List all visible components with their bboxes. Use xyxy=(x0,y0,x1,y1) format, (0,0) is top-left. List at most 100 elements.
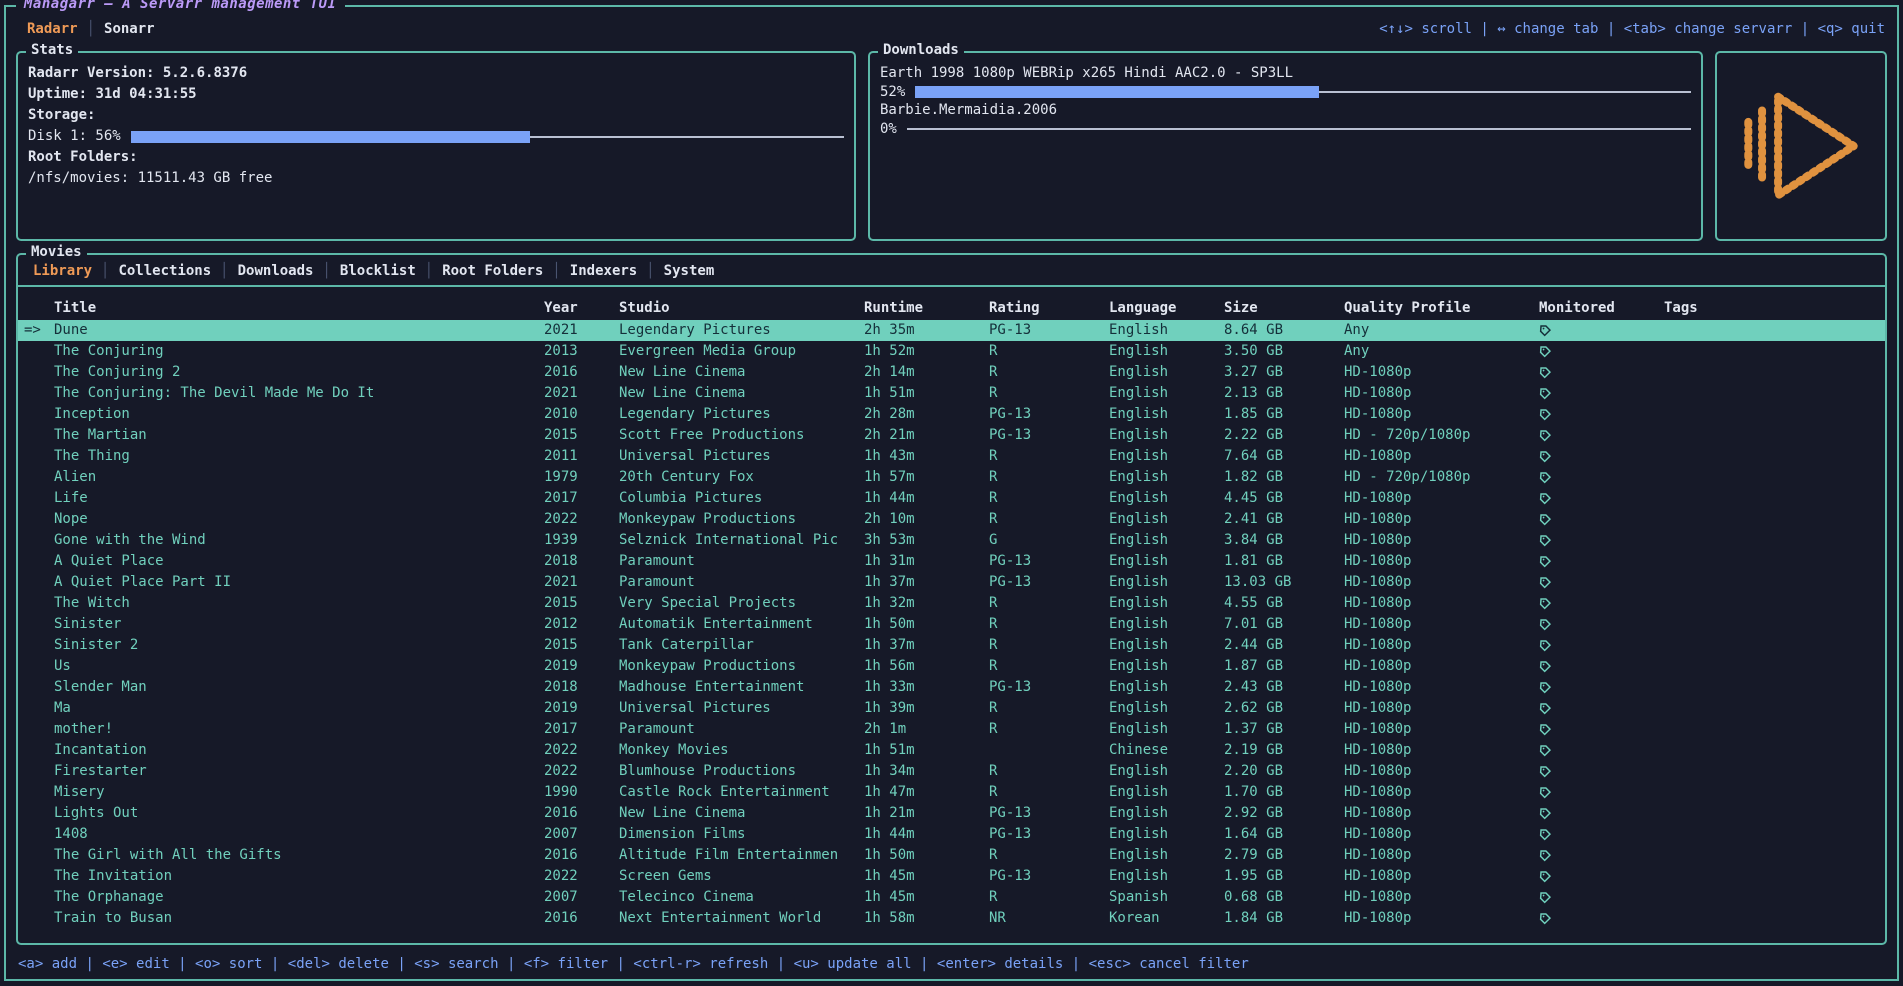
cell-quality-profile: HD-1080p xyxy=(1344,509,1539,530)
help-separator: | xyxy=(608,956,633,972)
monitored-tag-icon xyxy=(1539,408,1552,421)
cell-language: Korean xyxy=(1109,908,1224,929)
help-edit: <e> edit xyxy=(102,956,169,972)
help-scroll: <↑↓> scroll xyxy=(1379,21,1472,37)
cell-quality-profile: HD-1080p xyxy=(1344,383,1539,404)
cell-runtime: 1h 56m xyxy=(864,656,989,677)
cell-monitored xyxy=(1539,698,1664,719)
radarr-version-label: Radarr Version: xyxy=(28,65,154,81)
table-row[interactable]: Gone with the Wind1939Selznick Internati… xyxy=(18,530,1885,551)
cell-title: Alien xyxy=(54,467,544,488)
help-separator: | xyxy=(1063,956,1088,972)
movies-tab-root-folders[interactable]: Root Folders xyxy=(442,263,543,279)
movies-tab-library[interactable]: Library xyxy=(33,263,92,279)
cell-monitored xyxy=(1539,467,1664,488)
monitored-tag-icon xyxy=(1539,807,1552,820)
table-row[interactable]: Us2019Monkeypaw Productions1h 56mREnglis… xyxy=(18,656,1885,677)
table-row[interactable]: =>Dune2021Legendary Pictures2h 35mPG-13E… xyxy=(18,320,1885,341)
cell-quality-profile: Any xyxy=(1344,320,1539,341)
radarr-version-value: 5.2.6.8376 xyxy=(163,65,247,81)
column-header-year: Year xyxy=(544,300,619,316)
cell-studio: Tank Caterpillar xyxy=(619,635,864,656)
table-row[interactable]: Ma2019Universal Pictures1h 39mREnglish2.… xyxy=(18,698,1885,719)
tab-separator: │ xyxy=(646,263,654,279)
table-row[interactable]: 14082007Dimension Films1h 44mPG-13Englis… xyxy=(18,824,1885,845)
table-row[interactable]: Firestarter2022Blumhouse Productions1h 3… xyxy=(18,761,1885,782)
cell-rating: PG-13 xyxy=(989,824,1109,845)
table-row[interactable]: The Girl with All the Gifts2016Altitude … xyxy=(18,845,1885,866)
table-row[interactable]: Life2017Columbia Pictures1h 44mREnglish4… xyxy=(18,488,1885,509)
monitored-tag-icon xyxy=(1539,345,1552,358)
cell-rating: R xyxy=(989,845,1109,866)
cell-year: 2016 xyxy=(544,362,619,383)
cell-rating: R xyxy=(989,887,1109,908)
cell-quality-profile: HD - 720p/1080p xyxy=(1344,425,1539,446)
table-row[interactable]: mother!2017Paramount2h 1mREnglish1.37 GB… xyxy=(18,719,1885,740)
cell-year: 2017 xyxy=(544,488,619,509)
column-header-tags: Tags xyxy=(1664,300,1879,316)
cell-studio: Legendary Pictures xyxy=(619,320,864,341)
table-row[interactable]: Sinister 22015Tank Caterpillar1h 37mREng… xyxy=(18,635,1885,656)
table-row[interactable]: Inception2010Legendary Pictures2h 28mPG-… xyxy=(18,404,1885,425)
cell-quality-profile: HD-1080p xyxy=(1344,362,1539,383)
cell-language: English xyxy=(1109,509,1224,530)
movies-tab-blocklist[interactable]: Blocklist xyxy=(340,263,416,279)
monitored-tag-icon xyxy=(1539,786,1552,799)
cell-studio: Screen Gems xyxy=(619,866,864,887)
movies-tab-system[interactable]: System xyxy=(664,263,715,279)
table-row[interactable]: The Conjuring 22016New Line Cinema2h 14m… xyxy=(18,362,1885,383)
cell-monitored xyxy=(1539,635,1664,656)
table-row[interactable]: Alien197920th Century Fox1h 57mREnglish1… xyxy=(18,467,1885,488)
table-row[interactable]: Misery1990Castle Rock Entertainment1h 47… xyxy=(18,782,1885,803)
table-row[interactable]: The Martian2015Scott Free Productions2h … xyxy=(18,425,1885,446)
cell-quality-profile: Any xyxy=(1344,341,1539,362)
help-filter: <f> filter xyxy=(524,956,608,972)
help-quit: <q> quit xyxy=(1818,21,1885,37)
cell-language: English xyxy=(1109,698,1224,719)
table-row[interactable]: The Orphanage2007Telecinco Cinema1h 45mR… xyxy=(18,887,1885,908)
help-separator: | xyxy=(1472,21,1497,37)
cell-size: 7.64 GB xyxy=(1224,446,1344,467)
table-row[interactable]: Lights Out2016New Line Cinema1h 21mPG-13… xyxy=(18,803,1885,824)
table-row[interactable]: The Invitation2022Screen Gems1h 45mPG-13… xyxy=(18,866,1885,887)
cell-year: 2007 xyxy=(544,824,619,845)
column-header-title: Title xyxy=(54,300,544,316)
cell-quality-profile: HD-1080p xyxy=(1344,656,1539,677)
cell-year: 2015 xyxy=(544,635,619,656)
table-row[interactable]: Train to Busan2016Next Entertainment Wor… xyxy=(18,908,1885,929)
table-row[interactable]: A Quiet Place Part II2021Paramount1h 37m… xyxy=(18,572,1885,593)
table-row[interactable]: A Quiet Place2018Paramount1h 31mPG-13Eng… xyxy=(18,551,1885,572)
cell-rating: PG-13 xyxy=(989,404,1109,425)
cell-runtime: 1h 47m xyxy=(864,782,989,803)
table-row[interactable]: Nope2022Monkeypaw Productions2h 10mREngl… xyxy=(18,509,1885,530)
cell-title: Sinister xyxy=(54,614,544,635)
cell-quality-profile: HD-1080p xyxy=(1344,530,1539,551)
movies-panel: Movies Library│Collections│Downloads│Blo… xyxy=(16,253,1887,945)
download-percent-label: 0% xyxy=(880,121,897,137)
cell-title: Misery xyxy=(54,782,544,803)
movies-tab-downloads[interactable]: Downloads xyxy=(238,263,314,279)
cell-size: 2.20 GB xyxy=(1224,761,1344,782)
cell-monitored xyxy=(1539,593,1664,614)
cell-year: 2016 xyxy=(544,845,619,866)
cell-monitored xyxy=(1539,425,1664,446)
stats-panel: Stats Radarr Version: 5.2.6.8376 Uptime:… xyxy=(16,51,856,241)
cell-title: Train to Busan xyxy=(54,908,544,929)
table-row[interactable]: The Witch2015Very Special Projects1h 32m… xyxy=(18,593,1885,614)
cell-studio: Paramount xyxy=(619,572,864,593)
movies-tab-indexers[interactable]: Indexers xyxy=(570,263,637,279)
table-row[interactable]: Slender Man2018Madhouse Entertainment1h … xyxy=(18,677,1885,698)
table-row[interactable]: The Conjuring2013Evergreen Media Group1h… xyxy=(18,341,1885,362)
cell-studio: Castle Rock Entertainment xyxy=(619,782,864,803)
cell-title: Incantation xyxy=(54,740,544,761)
table-row[interactable]: Incantation2022Monkey Movies1h 51mChines… xyxy=(18,740,1885,761)
servarr-tab-radarr[interactable]: Radarr xyxy=(27,21,78,37)
cell-studio: Monkeypaw Productions xyxy=(619,656,864,677)
download-item-name: Earth 1998 1080p WEBRip x265 Hindi AAC2.… xyxy=(880,63,1691,84)
table-row[interactable]: The Thing2011Universal Pictures1h 43mREn… xyxy=(18,446,1885,467)
servarr-tab-sonarr[interactable]: Sonarr xyxy=(104,21,155,37)
cell-runtime: 2h 1m xyxy=(864,719,989,740)
table-row[interactable]: Sinister2012Automatik Entertainment1h 50… xyxy=(18,614,1885,635)
table-row[interactable]: The Conjuring: The Devil Made Me Do It20… xyxy=(18,383,1885,404)
movies-tab-collections[interactable]: Collections xyxy=(118,263,211,279)
